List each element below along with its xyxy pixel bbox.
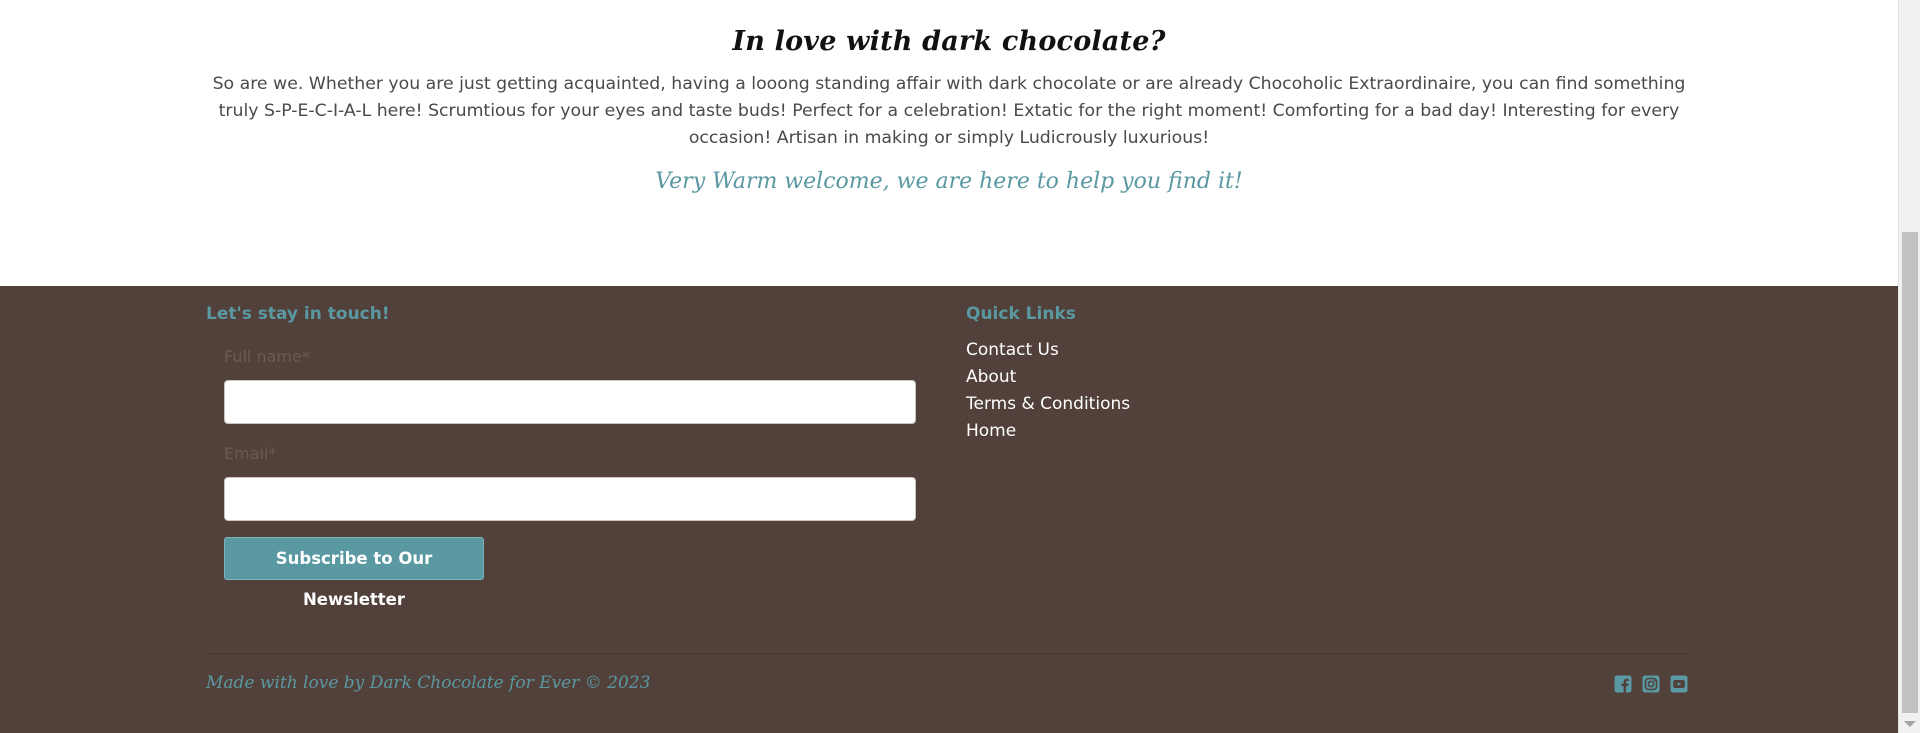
quick-links-heading: Quick Links [966,304,1076,324]
intro-title: In love with dark chocolate? [732,26,1166,57]
full-name-input[interactable] [224,380,916,424]
page: In love with dark chocolate? So are we. … [0,0,1898,733]
quick-link-about[interactable]: About [966,364,1130,391]
copyright-text: Made with love by Dark Chocolate for Eve… [206,673,651,693]
intro-paragraph: So are we. Whether you are just getting … [212,74,1686,148]
welcome-tagline: Very Warm welcome, we are here to help y… [655,169,1243,194]
vertical-scrollbar[interactable] [1898,0,1920,733]
quick-link-terms[interactable]: Terms & Conditions [966,391,1130,418]
subscribe-button[interactable]: Subscribe to Our Newsletter [224,537,484,609]
scroll-down-arrow-icon[interactable] [1904,721,1916,727]
scrollbar-thumb[interactable] [1902,232,1918,713]
full-name-label: Full name* [224,347,310,366]
email-input[interactable] [224,477,916,521]
quick-links-list: Contact Us About Terms & Conditions Home [966,337,1130,445]
quick-link-contact-us[interactable]: Contact Us [966,337,1130,364]
youtube-icon[interactable] [1670,675,1688,693]
site-footer: Let's stay in touch! Full name* Email* S… [0,286,1898,733]
footer-divider [206,653,1690,654]
intro-section: In love with dark chocolate? So are we. … [0,0,1898,286]
newsletter-heading: Let's stay in touch! [206,304,390,324]
facebook-icon[interactable] [1614,675,1632,693]
email-label: Email* [224,444,277,463]
instagram-icon[interactable] [1642,675,1660,693]
quick-link-home[interactable]: Home [966,418,1130,445]
